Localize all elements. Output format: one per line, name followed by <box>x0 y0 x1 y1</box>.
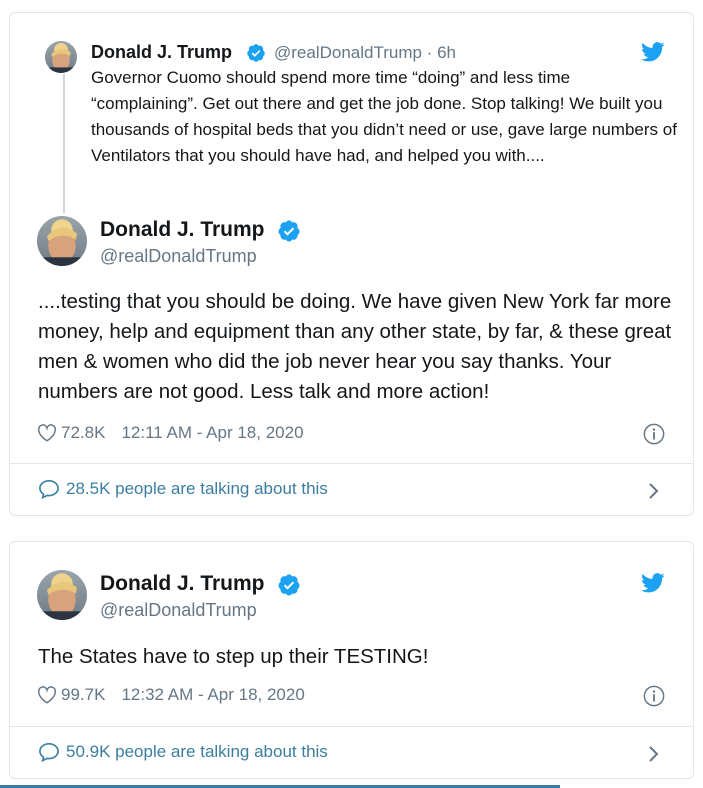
divider <box>10 463 693 464</box>
like-count[interactable]: 99.7K <box>61 685 105 705</box>
chevron-right-icon[interactable] <box>648 745 660 763</box>
like-count[interactable]: 72.8K <box>61 423 105 443</box>
info-icon[interactable] <box>643 685 665 707</box>
avatar[interactable] <box>37 570 87 620</box>
verified-badge-icon <box>247 44 265 62</box>
tweet-text: ....testing that you should be doing. We… <box>38 290 672 403</box>
twitter-bird-icon[interactable] <box>641 42 665 62</box>
conversation-link[interactable]: 50.9K people are talking about this <box>38 742 328 762</box>
verified-badge-icon <box>278 574 300 596</box>
tweet-meta: 99.7K 12:32 AM - Apr 18, 2020 <box>37 685 305 705</box>
comment-bubble-icon <box>39 479 59 499</box>
heart-icon[interactable] <box>37 424 57 442</box>
author-name[interactable]: Donald J. Trump <box>100 218 265 242</box>
author-handle[interactable]: @realDonaldTrump <box>100 600 257 621</box>
quoted-tweet-text: Governor Cuomo should spend more time “d… <box>91 68 677 165</box>
verified-badge-icon <box>278 220 300 242</box>
heart-icon[interactable] <box>37 686 57 704</box>
tweet-meta: 72.8K 12:11 AM - Apr 18, 2020 <box>37 423 304 443</box>
quoted-author-name[interactable]: Donald J. Trump <box>91 42 232 63</box>
timestamp[interactable]: 12:11 AM - Apr 18, 2020 <box>121 423 303 443</box>
chevron-right-icon[interactable] <box>648 482 660 500</box>
comment-bubble-icon <box>39 742 59 762</box>
divider <box>10 726 693 727</box>
conversation-count[interactable]: 28.5K people are talking about this <box>66 479 328 499</box>
conversation-count[interactable]: 50.9K people are talking about this <box>66 742 328 762</box>
tweet-card-2: Donald J. Trump @realDonaldTrump The Sta… <box>9 541 694 779</box>
info-icon[interactable] <box>643 423 665 445</box>
author-handle[interactable]: @realDonaldTrump <box>100 246 257 267</box>
avatar[interactable] <box>45 41 77 73</box>
author-name[interactable]: Donald J. Trump <box>100 572 265 596</box>
thread-connector <box>63 74 65 213</box>
quoted-author-handle[interactable]: @realDonaldTrump · 6h <box>274 43 456 63</box>
avatar[interactable] <box>37 216 87 266</box>
tweet-card-1: Donald J. Trump @realDonaldTrump · 6h Go… <box>9 12 694 516</box>
conversation-link[interactable]: 28.5K people are talking about this <box>38 479 328 499</box>
twitter-bird-icon[interactable] <box>641 573 665 593</box>
tweet-text: The States have to step up their TESTING… <box>38 645 429 668</box>
timestamp[interactable]: 12:32 AM - Apr 18, 2020 <box>121 685 304 705</box>
